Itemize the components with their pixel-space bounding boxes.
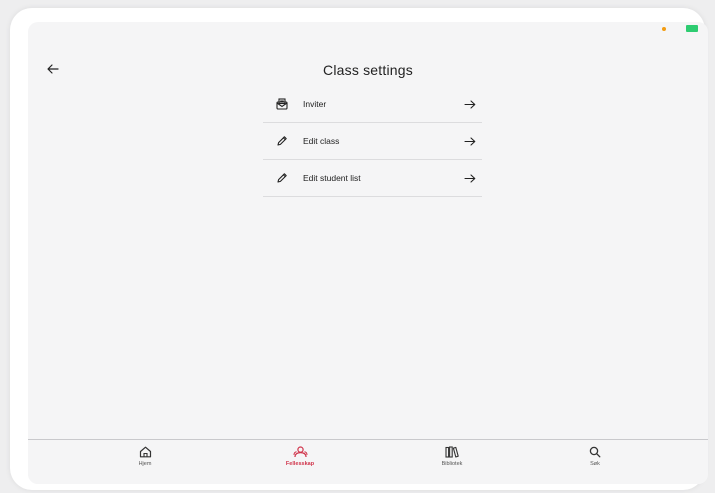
settings-row-edit-class[interactable]: Edit class	[263, 123, 482, 160]
pencil-icon	[277, 173, 287, 183]
tab-bibliotek[interactable]: Bibliotek	[417, 446, 487, 467]
row-arrow-wrap	[458, 136, 482, 146]
arrow-right-icon	[464, 136, 476, 146]
arrow-right-icon	[464, 99, 476, 109]
status-bar	[28, 22, 708, 38]
community-icon	[293, 446, 307, 458]
row-icon-wrap	[263, 172, 301, 184]
search-icon	[589, 446, 601, 458]
envelope-open-icon	[276, 98, 288, 110]
tab-bar: Hjem Fellesskap Bibliotek Søk	[28, 439, 708, 484]
settings-row-label: Inviter	[303, 99, 327, 109]
tab-fellesskap[interactable]: Fellesskap	[265, 446, 335, 467]
pencil-icon	[277, 136, 287, 146]
settings-row-edit-student-list[interactable]: Edit student list	[263, 160, 482, 197]
tab-label: Bibliotek	[441, 461, 463, 467]
tab-label: Søk	[590, 461, 600, 467]
settings-row-label: Edit student list	[303, 173, 361, 183]
recording-dot-icon	[662, 26, 666, 31]
home-icon	[139, 446, 151, 458]
row-icon-wrap	[263, 135, 301, 147]
row-arrow-wrap	[458, 99, 482, 109]
row-arrow-wrap	[458, 173, 482, 183]
app-screen: Class settings Inviter Edit class Edit s…	[28, 22, 708, 484]
tab-sok[interactable]: Søk	[560, 446, 630, 467]
row-icon-wrap	[263, 98, 301, 110]
settings-row-inviter[interactable]: Inviter	[263, 86, 482, 123]
spacer-dot-icon	[669, 27, 683, 31]
battery-icon	[686, 25, 698, 32]
tab-label: Hjem	[138, 461, 152, 467]
tab-label: Fellesskap	[285, 461, 315, 467]
page-title: Class settings	[323, 62, 413, 78]
device-frame: Class settings Inviter Edit class Edit s…	[10, 8, 708, 490]
tab-hjem[interactable]: Hjem	[110, 446, 180, 467]
settings-row-label: Edit class	[303, 136, 340, 146]
status-indicators	[662, 25, 698, 32]
arrow-right-icon	[464, 173, 476, 183]
settings-list: Inviter Edit class Edit student list	[263, 86, 482, 197]
library-icon	[445, 446, 459, 458]
